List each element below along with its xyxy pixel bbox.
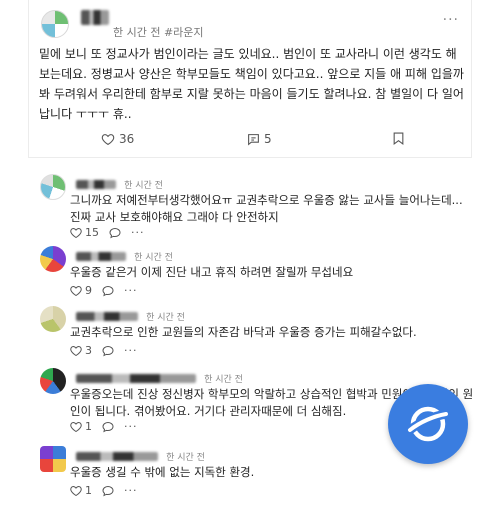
comment-like-count: 9 [85, 284, 92, 297]
commenter-name-blurred[interactable] [76, 180, 116, 189]
author-name-blurred[interactable] [81, 10, 109, 25]
comment-time: 한 시간 전 [146, 313, 185, 323]
post-card[interactable]: 한 시간 전 #라운지 ··· 밑에 보니 또 정교사가 범인이라는 글도 있네… [28, 0, 472, 158]
comment-header: 한 시간 전 [76, 246, 173, 263]
like-count: 36 [119, 132, 135, 146]
comment-like-count: 1 [85, 484, 92, 497]
heart-icon [70, 285, 82, 296]
more-icon[interactable]: ··· [124, 344, 138, 357]
comment-icon[interactable] [102, 485, 114, 497]
more-icon[interactable]: ··· [443, 12, 459, 28]
heart-icon [101, 134, 115, 145]
heart-icon [70, 421, 82, 432]
comment-like-count: 1 [85, 420, 92, 433]
comment-header: 한 시간 전 [76, 306, 185, 323]
comment-icon[interactable] [102, 345, 114, 357]
commenter-avatar[interactable] [40, 174, 66, 200]
comment-icon[interactable] [102, 285, 114, 297]
commenter-name-blurred[interactable] [76, 374, 196, 383]
like-button[interactable]: 36 [101, 132, 134, 146]
comment-header: 한 시간 전 [76, 174, 163, 191]
bookmark-icon [393, 132, 404, 145]
comment-time: 한 시간 전 [166, 453, 205, 463]
more-icon[interactable]: ··· [124, 284, 138, 297]
post-meta: 한 시간 전 #라운지 [113, 26, 204, 39]
comment-item: 한 시간 전 교권추락으로 인한 교원들의 자존감 바닥과 우울증 증가는 피해… [40, 306, 480, 358]
commenter-avatar[interactable] [40, 306, 66, 332]
comment-like-button[interactable]: 15 [70, 226, 99, 239]
commenter-avatar[interactable] [40, 446, 66, 472]
app-logo-button[interactable] [388, 384, 468, 464]
commenter-name-blurred[interactable] [76, 452, 158, 461]
comment-item: 한 시간 전 그니까요 저예전부터생각했어요ㅠ 교권추락으로 우울증 앓는 교사… [40, 174, 480, 240]
comment-like-count: 15 [85, 226, 99, 239]
post-body: 밑에 보니 또 정교사가 범인이라는 글도 있네요.. 범인이 또 교사라니 이… [39, 47, 464, 121]
comment-text: 우울증 같은거 이제 진단 내고 휴직 하려면 잘릴까 무섭네요 [70, 265, 354, 279]
commenter-avatar[interactable] [40, 246, 66, 272]
comment-actions: 15 ··· [70, 226, 145, 239]
comment-actions: 1 ··· [70, 484, 138, 497]
comment-time: 한 시간 전 [204, 375, 243, 385]
more-icon[interactable]: ··· [131, 226, 145, 239]
comment-button[interactable]: 5 [247, 132, 272, 146]
comment-like-button[interactable]: 1 [70, 420, 92, 433]
heart-icon [70, 485, 82, 496]
comment-icon[interactable] [109, 227, 121, 239]
comment-like-button[interactable]: 1 [70, 484, 92, 497]
comment-header: 한 시간 전 [76, 446, 205, 463]
comment-text: 우울증 생길 수 밖에 없는 지독한 환경. [70, 465, 255, 479]
comment-time: 한 시간 전 [134, 253, 173, 263]
comment-count: 5 [264, 132, 272, 146]
comment-actions: 1 ··· [70, 420, 138, 433]
post-header: 한 시간 전 #라운지 ··· [41, 10, 459, 39]
comment-icon[interactable] [102, 421, 114, 433]
author-avatar[interactable] [41, 10, 69, 38]
comment-text: 그니까요 저예전부터생각했어요ㅠ 교권추락으로 우울증 앓는 교사들 늘어나는데… [70, 193, 463, 224]
app-logo-icon [405, 406, 451, 442]
comment-header: 한 시간 전 [76, 368, 243, 385]
bookmark-button[interactable] [393, 132, 404, 145]
comment-like-button[interactable]: 3 [70, 344, 92, 357]
commenter-name-blurred[interactable] [76, 252, 126, 261]
comment-icon [248, 133, 259, 146]
comment-like-count: 3 [85, 344, 92, 357]
heart-icon [70, 345, 82, 356]
commenter-name-blurred[interactable] [76, 312, 138, 321]
comment-time: 한 시간 전 [124, 181, 163, 191]
comment-actions: 3 ··· [70, 344, 138, 357]
more-icon[interactable]: ··· [124, 420, 138, 433]
commenter-avatar[interactable] [40, 368, 66, 394]
heart-icon [70, 227, 82, 238]
comment-text: 교권추락으로 인한 교원들의 자존감 바닥과 우울증 증가는 피해갈수없다. [70, 325, 417, 339]
post-actions: 36 5 [29, 132, 471, 152]
more-icon[interactable]: ··· [124, 484, 138, 497]
comment-like-button[interactable]: 9 [70, 284, 92, 297]
comment-item: 한 시간 전 우울증 같은거 이제 진단 내고 휴직 하려면 잘릴까 무섭네요 … [40, 246, 480, 298]
comment-actions: 9 ··· [70, 284, 138, 297]
